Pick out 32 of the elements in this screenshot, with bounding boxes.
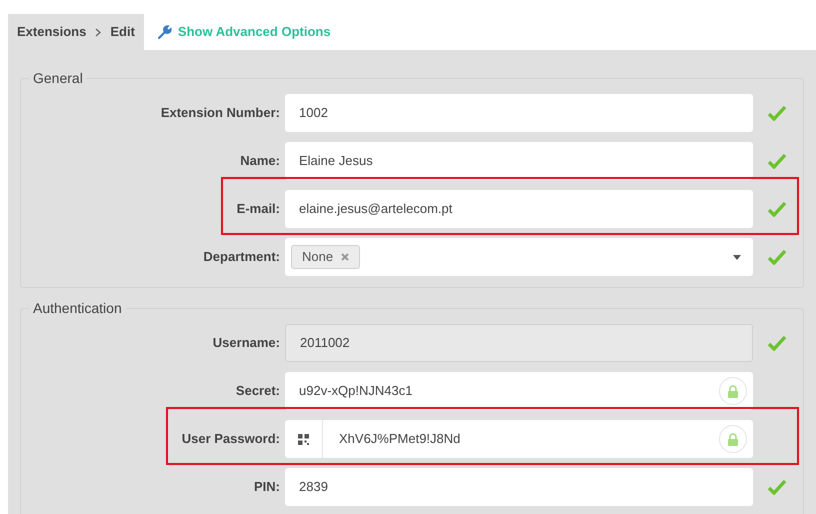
field-label: Department:	[203, 249, 280, 264]
dropdown-caret-icon[interactable]	[733, 254, 741, 260]
field-value: XhV6J%PMet9!J8Nd	[338, 430, 460, 448]
field-label: E-mail:	[236, 201, 280, 216]
section-legend: Authentication	[29, 298, 126, 319]
section-legend: General	[29, 68, 87, 89]
input-field[interactable]: Elaine Jesus	[285, 142, 753, 180]
input-field[interactable]: elaine.jesus@artelecom.pt	[285, 190, 753, 228]
field-label: PIN:	[254, 479, 280, 494]
remove-icon[interactable]	[341, 253, 350, 261]
input-field[interactable]: XhV6J%PMet9!J8Nd	[285, 420, 753, 458]
input-field[interactable]: u92v-xQp!NJN43c1	[285, 372, 753, 410]
input-field[interactable]: 2839	[285, 468, 753, 506]
lock-button[interactable]	[719, 425, 747, 453]
lock-icon	[727, 384, 739, 398]
breadcrumb-item[interactable]: Extensions	[17, 22, 86, 42]
chevron-right-icon	[95, 28, 102, 36]
lock-button[interactable]	[719, 377, 747, 405]
field-value: u92v-xQp!NJN43c1	[299, 382, 412, 400]
qr-code-icon	[298, 434, 309, 444]
field-label: Name:	[240, 153, 280, 168]
breadcrumb-item: Edit	[110, 23, 135, 42]
field-label: Extension Number:	[160, 105, 280, 120]
lock-icon	[727, 432, 739, 446]
field-label: Username:	[212, 335, 280, 350]
tag-label: None	[302, 248, 334, 266]
tag-chip[interactable]: None	[291, 245, 360, 269]
wrench-icon	[158, 25, 172, 39]
select-field[interactable]: None	[285, 238, 753, 276]
field-label: User Password:	[182, 431, 280, 446]
input-field[interactable]: 1002	[285, 94, 753, 132]
field-label: Secret:	[236, 383, 280, 398]
